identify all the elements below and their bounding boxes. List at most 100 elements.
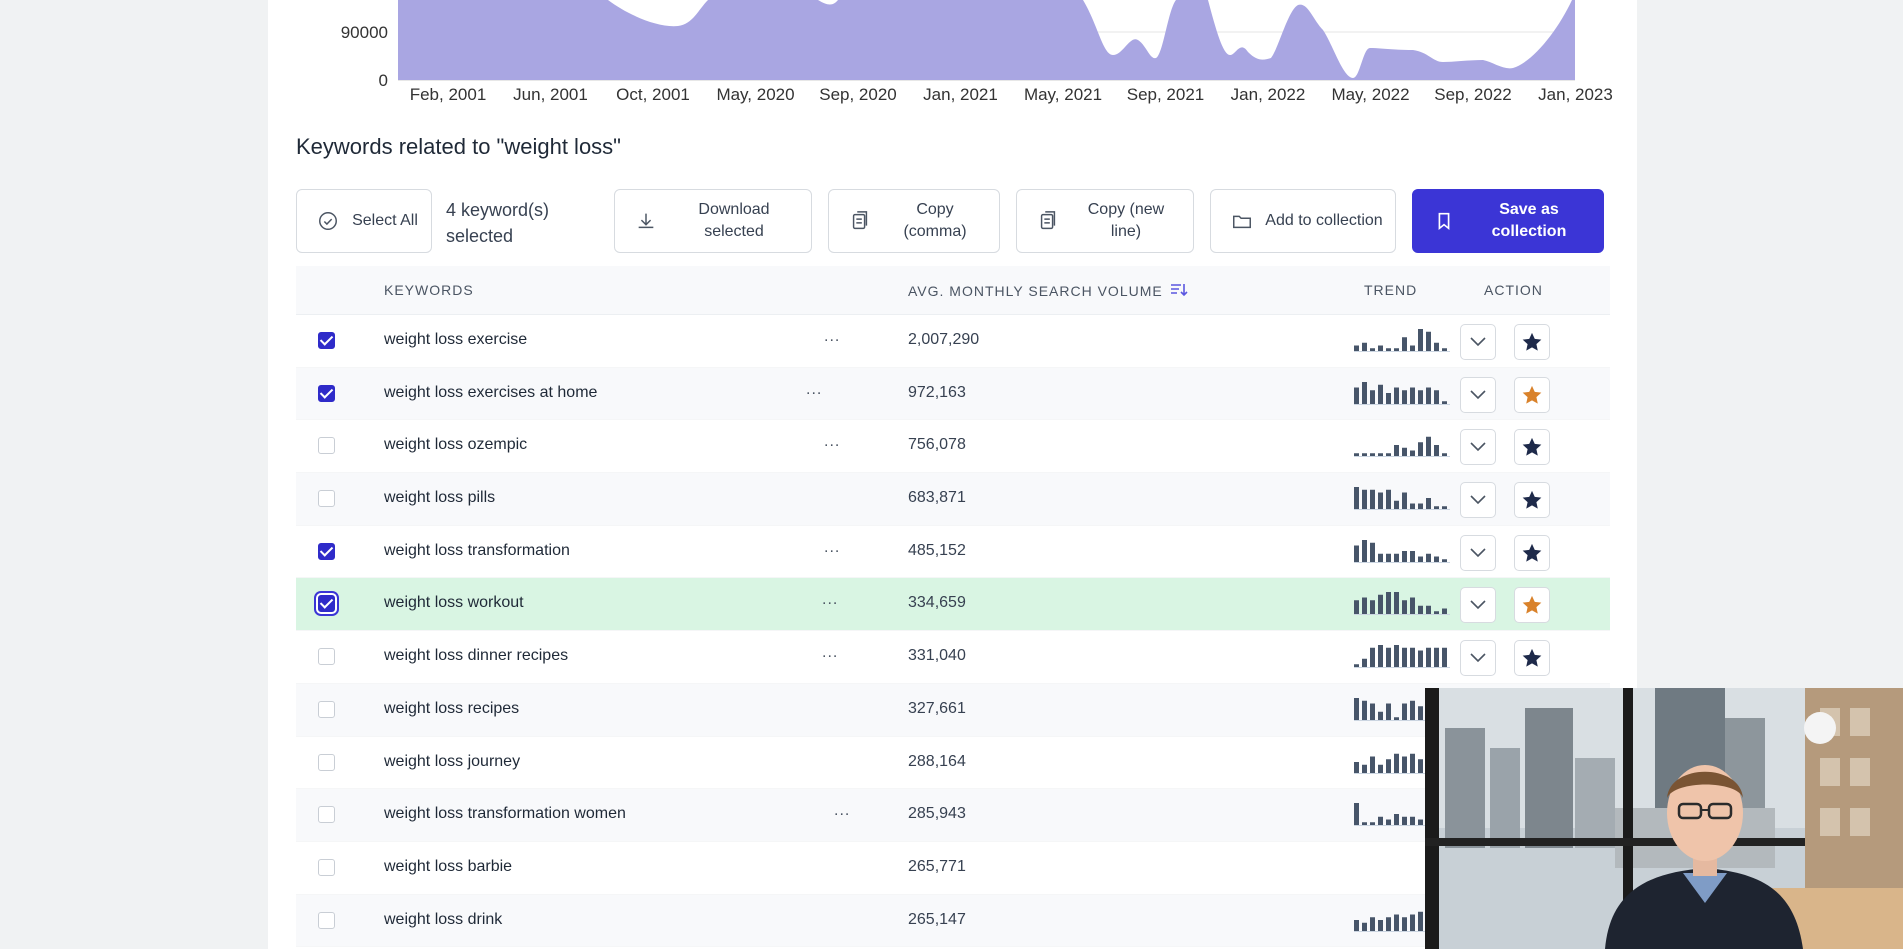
trend-sparkline	[1354, 539, 1450, 563]
copy-comma-button[interactable]: Copy (comma)	[828, 189, 1000, 253]
expand-row-button[interactable]	[1460, 324, 1496, 360]
expand-row-button[interactable]	[1460, 587, 1496, 624]
table-row[interactable]: weight loss exercises at home... 972,163	[296, 367, 1610, 421]
more-options-button[interactable]: ...	[824, 328, 840, 346]
favorite-button[interactable]	[1514, 534, 1550, 571]
trend-bar	[1402, 647, 1407, 668]
x-tick-label: Sep, 2022	[1434, 85, 1512, 104]
row-checkbox[interactable]	[318, 911, 335, 929]
keyword-text: weight loss pills	[384, 489, 496, 507]
download-selected-button[interactable]: Download selected	[614, 189, 812, 253]
star-icon	[1522, 648, 1542, 667]
more-options-button[interactable]: ...	[824, 433, 840, 451]
search-volume: 331,040	[908, 647, 966, 665]
expand-row-button[interactable]	[1460, 534, 1496, 571]
webcam-overlay	[1425, 688, 1903, 949]
row-checkbox[interactable]	[318, 332, 335, 349]
more-options-button[interactable]: ...	[806, 381, 822, 399]
trend-bar	[1442, 453, 1447, 457]
chart-area	[398, 0, 1575, 80]
favorite-button[interactable]	[1514, 587, 1550, 624]
table-row[interactable]: weight loss drink 265,147	[296, 894, 1610, 948]
select-all-button[interactable]: Select All	[296, 189, 432, 253]
trend-bar	[1386, 592, 1391, 615]
x-tick-label: May, 2021	[1024, 85, 1102, 104]
more-options-button[interactable]: ...	[834, 802, 850, 820]
x-tick-label: Sep, 2020	[819, 85, 897, 104]
search-volume: 265,147	[908, 910, 966, 928]
table-row[interactable]: weight loss workout... 334,659	[296, 578, 1610, 632]
more-options-button[interactable]: ...	[822, 644, 838, 662]
trend-bar	[1354, 664, 1359, 668]
chevron-down-icon	[1470, 442, 1486, 452]
favorite-button[interactable]	[1514, 376, 1550, 413]
trend-bar	[1354, 803, 1359, 826]
table-row[interactable]: weight loss journey 288,164	[296, 737, 1610, 790]
keyword-text: weight loss journey	[384, 752, 521, 770]
header-volume[interactable]: AVG. MONTHLY SEARCH VOLUME	[908, 282, 1188, 299]
favorite-button[interactable]	[1514, 640, 1550, 677]
trend-sparkline	[1354, 592, 1450, 616]
row-checkbox[interactable]	[318, 753, 335, 771]
selected-count: 4 keyword(s) selected	[446, 200, 550, 246]
favorite-button[interactable]	[1514, 482, 1550, 519]
expand-row-button[interactable]	[1460, 376, 1496, 413]
star-icon	[1522, 332, 1542, 351]
trend-bar	[1378, 384, 1383, 404]
table-row[interactable]: weight loss transformation... 485,152	[296, 526, 1610, 579]
more-options-button[interactable]: ...	[824, 539, 840, 557]
add-to-collection-button[interactable]: Add to collection	[1210, 189, 1396, 253]
table-row[interactable]: weight loss dinner recipes... 331,040	[296, 631, 1610, 684]
table-row[interactable]: weight loss transformation women... 285,9…	[296, 789, 1610, 842]
row-checkbox[interactable]	[318, 858, 335, 876]
favorite-button[interactable]	[1514, 429, 1550, 466]
trend-bar	[1378, 553, 1383, 562]
keyword-text: weight loss barbie	[384, 857, 513, 875]
favorite-button[interactable]	[1514, 324, 1550, 360]
expand-row-button[interactable]	[1460, 640, 1496, 677]
trend-bar	[1378, 453, 1383, 457]
row-checkbox[interactable]	[318, 490, 335, 508]
check-circle-icon	[319, 212, 337, 230]
trend-bar	[1410, 816, 1415, 826]
trend-bar	[1394, 592, 1399, 615]
x-tick-label: Jan, 2022	[1231, 85, 1306, 104]
download-label: Download selected	[698, 201, 770, 240]
table-row[interactable]: weight loss ozempic... 756,078	[296, 420, 1610, 474]
row-checkbox[interactable]	[318, 437, 335, 455]
trend-bar	[1410, 597, 1415, 615]
row-checkbox[interactable]	[318, 384, 335, 402]
row-checkbox[interactable]	[318, 806, 335, 824]
row-checkbox[interactable]	[318, 542, 335, 560]
keyword-text: weight loss exercises at home	[384, 383, 598, 401]
trend-bar	[1394, 717, 1399, 720]
table-row[interactable]: weight loss barbie 265,771	[296, 842, 1610, 895]
save-as-collection-button[interactable]: Save as collection	[1412, 189, 1604, 253]
sort-icon[interactable]	[1170, 282, 1188, 298]
table-row[interactable]: weight loss exercise... 2,007,290	[296, 315, 1610, 368]
row-checkbox[interactable]	[318, 648, 335, 666]
more-options-button[interactable]: ...	[822, 591, 838, 609]
keyword-text: weight loss ozempic	[384, 436, 528, 454]
table-row[interactable]: weight loss pills 683,871	[296, 473, 1610, 526]
row-checkbox[interactable]	[318, 700, 335, 718]
keyword-text: weight loss workout	[384, 594, 524, 612]
keyword-text: weight loss transformation women	[384, 805, 626, 823]
row-checkbox[interactable]	[318, 595, 335, 613]
trend-bar	[1370, 916, 1375, 931]
trend-bar	[1410, 753, 1415, 773]
trend-bar	[1362, 922, 1367, 931]
trend-bar	[1434, 611, 1439, 615]
trend-sparkline	[1354, 329, 1450, 352]
expand-row-button[interactable]	[1460, 482, 1496, 519]
trend-bar	[1362, 597, 1367, 615]
trend-bar	[1402, 448, 1407, 457]
table-row[interactable]: weight loss recipes 327,661	[296, 683, 1610, 737]
search-volume-chart: 90000 0 Feb, 2001 Jun, 2001 Oct, 2001 May, …	[268, 0, 1637, 110]
search-volume: 334,659	[908, 594, 966, 612]
trend-sparkline	[1354, 487, 1450, 511]
trend-bar	[1442, 608, 1447, 615]
trend-bar	[1402, 600, 1407, 615]
copy-newline-button[interactable]: Copy (new line)	[1016, 189, 1194, 253]
expand-row-button[interactable]	[1460, 429, 1496, 466]
